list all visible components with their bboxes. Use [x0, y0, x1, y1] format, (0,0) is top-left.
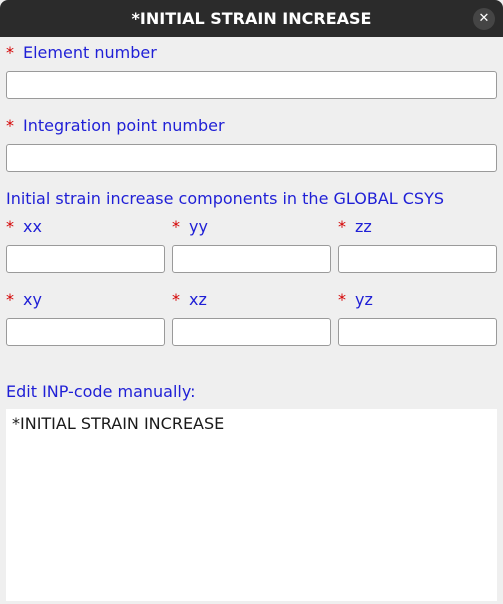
integration-point-input[interactable] [6, 144, 497, 172]
components-header: Initial strain increase components in th… [6, 189, 445, 208]
inp-code-editor[interactable]: *INITIAL STRAIN INCREASE [6, 409, 497, 601]
yy-label: * yy [172, 217, 208, 236]
required-marker: * [172, 290, 180, 309]
integration-point-label: * Integration point number [6, 116, 225, 135]
window-title: *INITIAL STRAIN INCREASE [131, 9, 372, 28]
yy-input[interactable] [172, 245, 331, 273]
required-marker: * [172, 217, 180, 236]
xy-label: * xy [6, 290, 42, 309]
required-marker: * [6, 116, 14, 135]
yz-input[interactable] [338, 318, 497, 346]
yz-label: * yz [338, 290, 373, 309]
close-icon[interactable]: ✕ [473, 8, 495, 30]
zz-input[interactable] [338, 245, 497, 273]
zz-label: * zz [338, 217, 372, 236]
xx-label: * xx [6, 217, 42, 236]
required-marker: * [338, 217, 346, 236]
element-number-label: * Element number [6, 43, 157, 62]
inp-editor-label: Edit INP-code manually: [6, 382, 196, 401]
xx-input[interactable] [6, 245, 165, 273]
xz-label: * xz [172, 290, 207, 309]
required-marker: * [6, 217, 14, 236]
required-marker: * [338, 290, 346, 309]
title-bar: *INITIAL STRAIN INCREASE ✕ [0, 0, 503, 37]
xz-input[interactable] [172, 318, 331, 346]
xy-input[interactable] [6, 318, 165, 346]
required-marker: * [6, 43, 14, 62]
element-number-input[interactable] [6, 71, 497, 99]
required-marker: * [6, 290, 14, 309]
